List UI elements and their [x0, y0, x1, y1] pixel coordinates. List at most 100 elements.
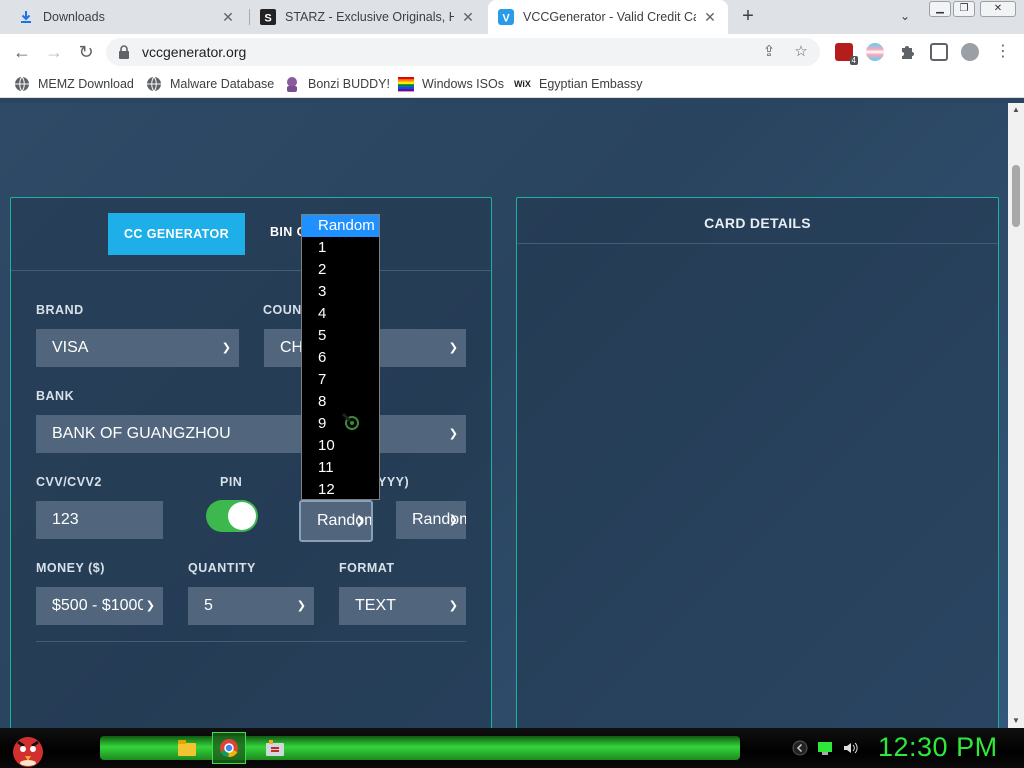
pride-extension-icon[interactable] — [866, 43, 884, 61]
bank-select[interactable]: BANK OF GUANGZHOU ❯ — [36, 415, 466, 453]
chevron-down-icon: ❯ — [448, 514, 458, 526]
tab-downloads[interactable]: Downloads ✕ — [8, 0, 246, 34]
file-explorer-taskbar-icon[interactable] — [170, 732, 204, 764]
format-select[interactable]: TEXT ❯ — [339, 587, 466, 625]
tray-chevron-icon[interactable] — [792, 740, 808, 756]
extensions-puzzle-icon[interactable] — [898, 43, 916, 61]
network-icon[interactable] — [817, 740, 833, 756]
toggle-knob — [228, 502, 256, 530]
download-icon — [18, 9, 34, 25]
dropdown-option[interactable]: 12 — [302, 479, 379, 501]
expiry-label: YYY) — [378, 475, 410, 489]
tab-vccgenerator[interactable]: V VCCGenerator - Valid Credit Card ✕ — [488, 0, 728, 34]
bank-label: BANK — [36, 389, 75, 403]
url-text: vccgenerator.org — [142, 44, 247, 60]
taskbar-clock[interactable]: 12:30 PM — [878, 732, 998, 763]
chevron-down-icon: ❯ — [355, 515, 365, 527]
chevron-down-icon: ❯ — [221, 342, 231, 354]
scroll-down-icon[interactable]: ▼ — [1008, 714, 1024, 728]
ublock-extension-icon[interactable]: 4 — [835, 43, 858, 65]
windows-icon — [398, 76, 414, 92]
brand-value: VISA — [52, 339, 89, 356]
scroll-up-icon[interactable]: ▲ — [1008, 103, 1024, 117]
bookmark-windows-isos[interactable]: Windows ISOs — [398, 75, 504, 93]
dropdown-option[interactable]: 6 — [302, 347, 379, 369]
close-icon[interactable]: ✕ — [702, 9, 718, 25]
close-icon[interactable]: ✕ — [460, 9, 476, 25]
wix-icon: WiX — [514, 79, 531, 89]
format-value: TEXT — [355, 597, 396, 614]
dropdown-option[interactable]: 7 — [302, 369, 379, 391]
minimize-button[interactable]: ▁ — [929, 1, 951, 17]
dropdown-option[interactable]: 3 — [302, 281, 379, 303]
side-panel-icon[interactable] — [930, 43, 948, 61]
quantity-label: QUANTITY — [188, 561, 256, 575]
dropdown-option[interactable]: 2 — [302, 259, 379, 281]
bookmark-label: MEMZ Download — [38, 77, 134, 91]
bonzi-icon — [284, 76, 300, 92]
dropdown-option[interactable]: 11 — [302, 457, 379, 479]
taskbar: 12:30 PM — [0, 728, 1024, 768]
dropdown-option[interactable]: 1 — [302, 237, 379, 259]
dropdown-option[interactable]: 5 — [302, 325, 379, 347]
cvv-input[interactable]: 123 — [36, 501, 163, 539]
start-button-angry-bird-icon[interactable] — [8, 730, 48, 768]
scrollbar-thumb[interactable] — [1012, 165, 1020, 227]
tab-search-chevron-icon[interactable]: ⌄ — [895, 6, 915, 26]
bookmark-egyptian-embassy[interactable]: WiX Egyptian Embassy — [514, 75, 643, 93]
cvv-label: CVV/CVV2 — [36, 475, 102, 489]
close-icon[interactable]: ✕ — [220, 9, 236, 25]
tab-strip: Downloads ✕ S STARZ - Exclusive Original… — [0, 0, 1024, 34]
bookmark-label: Malware Database — [170, 77, 275, 91]
bookmark-star-icon[interactable]: ☆ — [792, 43, 810, 61]
globe-icon — [14, 76, 30, 92]
tab-starz[interactable]: S STARZ - Exclusive Originals, Hit M ✕ — [250, 0, 486, 34]
browser-toolbar: ← → ↻ vccgenerator.org ⇪ ☆ 4 ⋮ — [0, 34, 1024, 70]
chevron-down-icon: ❯ — [448, 428, 458, 440]
bookmark-malware-database[interactable]: Malware Database — [146, 75, 274, 93]
profile-avatar-icon[interactable] — [961, 43, 979, 61]
brand-label: BRAND — [36, 303, 84, 317]
dropdown-option[interactable]: 8 — [302, 391, 379, 413]
volume-icon[interactable] — [842, 740, 858, 756]
globe-icon — [146, 76, 162, 92]
media-app-taskbar-icon[interactable] — [258, 732, 292, 764]
expiry-year-select[interactable]: Random ❯ — [396, 501, 466, 539]
pin-toggle[interactable] — [206, 500, 258, 532]
generator-panel: CC GENERATOR BIN CHECKER — [10, 197, 492, 728]
tab-label: Downloads — [43, 10, 105, 24]
window-close-button[interactable]: ✕ — [980, 1, 1016, 17]
reload-button[interactable]: ↻ — [74, 40, 98, 64]
address-bar[interactable]: vccgenerator.org ⇪ ☆ — [106, 38, 820, 66]
bookmark-bonzi-buddy[interactable]: Bonzi BUDDY! — [284, 75, 390, 93]
chevron-down-icon: ❯ — [448, 342, 458, 354]
quantity-value: 5 — [204, 597, 213, 614]
dropdown-option[interactable]: Random — [302, 215, 379, 237]
money-select[interactable]: $500 - $1000 ❯ — [36, 587, 163, 625]
share-icon[interactable]: ⇪ — [760, 43, 778, 61]
bin-checker-tab[interactable]: BIN CHECKER — [270, 225, 304, 243]
cc-generator-tab[interactable]: CC GENERATOR — [108, 213, 245, 255]
starz-icon: S — [260, 9, 276, 25]
card-details-title: CARD DETAILS — [704, 215, 811, 231]
vcc-icon: V — [498, 9, 514, 25]
dropdown-option[interactable]: 4 — [302, 303, 379, 325]
restore-button[interactable]: ❐ — [953, 1, 975, 17]
dropdown-option[interactable]: 10 — [302, 435, 379, 457]
new-tab-button[interactable]: + — [737, 5, 759, 27]
page-content: CC GENERATOR BIN CHECKER CARD DETAILS BR… — [0, 103, 1008, 728]
country-label: COUNTRY — [263, 303, 301, 317]
page-scrollbar[interactable]: ▲ ▼ — [1008, 103, 1024, 728]
forward-button[interactable]: → — [42, 40, 66, 64]
menu-kebab-icon[interactable]: ⋮ — [991, 40, 1015, 64]
bookmarks-bar: MEMZ Download Malware Database Bonzi BUD… — [0, 70, 1024, 98]
brand-select[interactable]: VISA ❯ — [36, 329, 239, 367]
bookmark-memz[interactable]: MEMZ Download — [14, 75, 134, 93]
chrome-taskbar-icon[interactable] — [212, 732, 246, 764]
expiry-month-select[interactable]: Random ❯ — [299, 500, 373, 542]
divider — [517, 243, 998, 244]
back-button[interactable]: ← — [10, 40, 34, 64]
format-label: FORMAT — [339, 561, 395, 575]
quantity-select[interactable]: 5 ❯ — [188, 587, 314, 625]
money-value: $500 - $1000 — [52, 597, 147, 614]
